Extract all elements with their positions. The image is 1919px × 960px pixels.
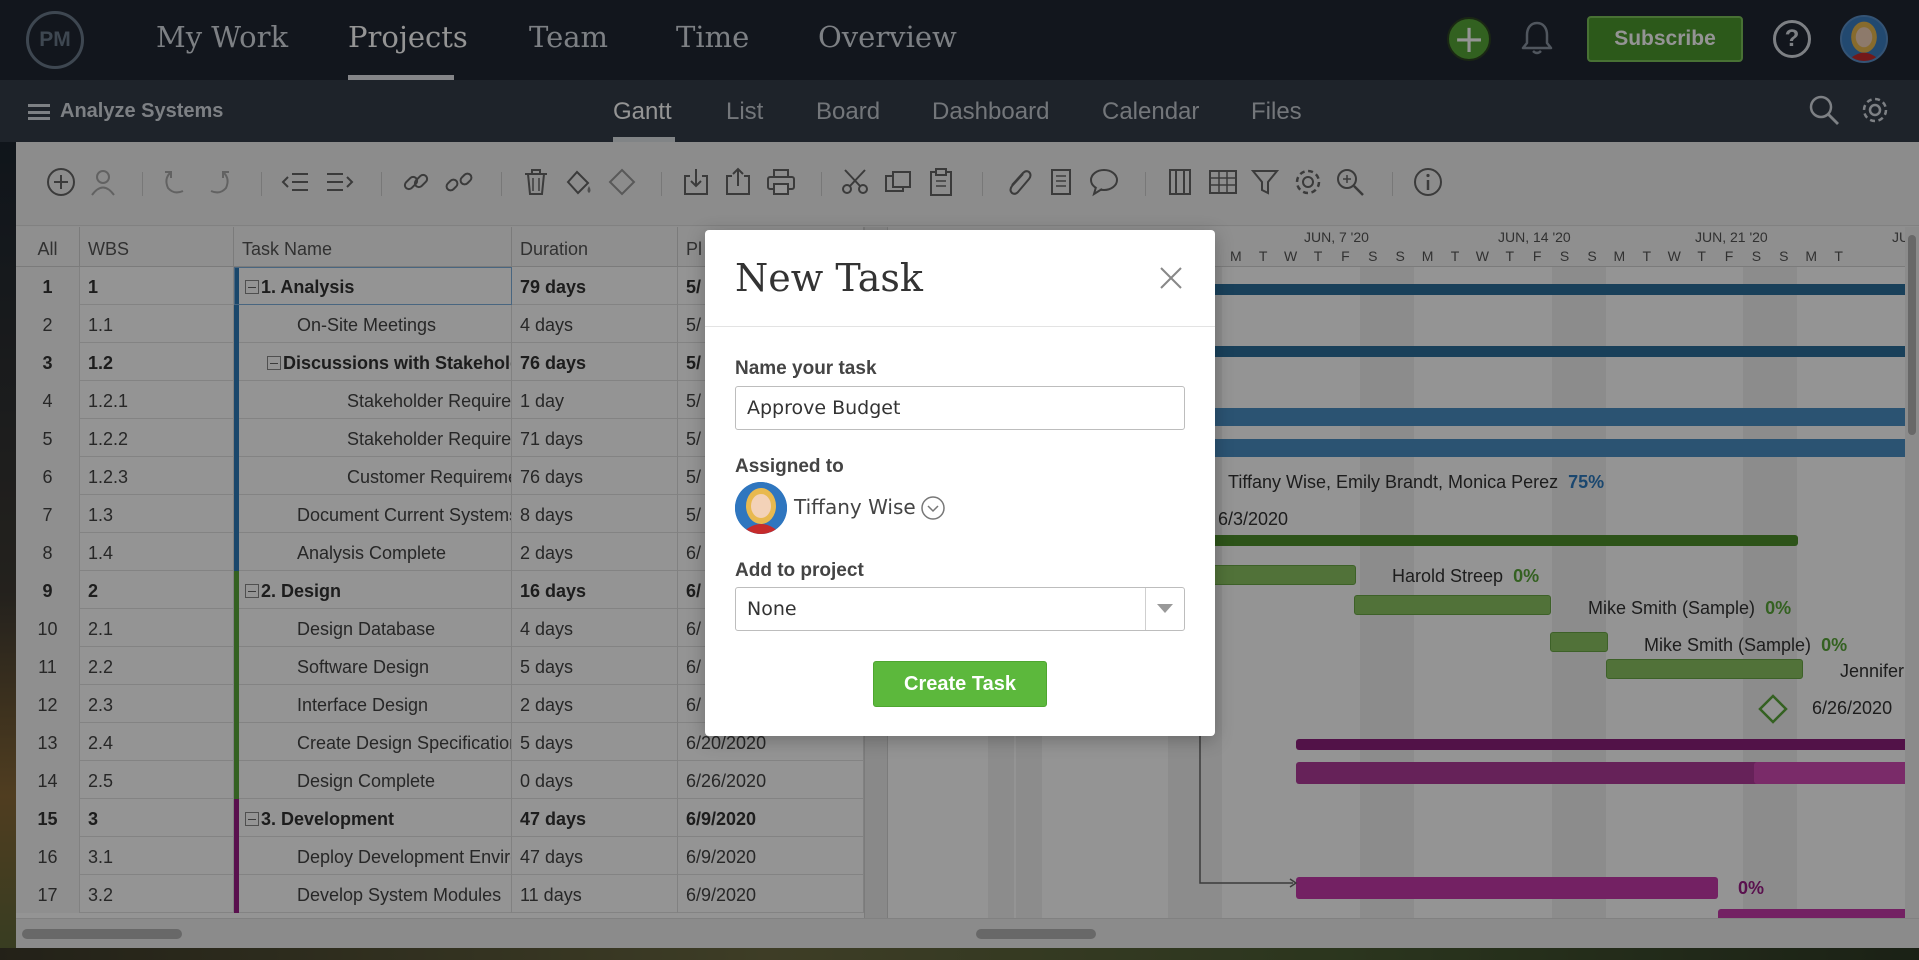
caret-down-icon[interactable] bbox=[1157, 604, 1173, 613]
chevron-down-icon[interactable] bbox=[920, 495, 946, 521]
task-name-input[interactable] bbox=[735, 386, 1185, 430]
assignee-avatar bbox=[735, 482, 787, 534]
add-to-project-label: Add to project bbox=[735, 560, 864, 581]
assignee-name[interactable]: Tiffany Wise bbox=[794, 495, 916, 519]
create-task-button[interactable]: Create Task bbox=[873, 661, 1047, 707]
project-select[interactable]: None bbox=[735, 587, 1185, 631]
assigned-to-label: Assigned to bbox=[735, 456, 844, 477]
task-name-label: Name your task bbox=[735, 358, 877, 379]
select-divider bbox=[1145, 588, 1146, 630]
close-icon[interactable] bbox=[1157, 264, 1185, 292]
new-task-dialog: New Task Name your task Assigned to Tiff… bbox=[705, 230, 1215, 736]
dialog-title: New Task bbox=[735, 256, 923, 300]
dialog-divider bbox=[705, 326, 1215, 327]
project-select-value: None bbox=[747, 598, 797, 620]
